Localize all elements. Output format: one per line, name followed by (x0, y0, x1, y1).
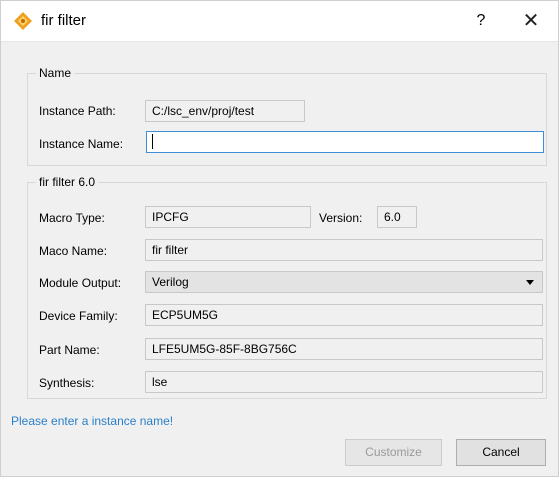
instance-path-field: C:/lsc_env/proj/test (145, 100, 305, 122)
dropdown-arrow-icon (526, 280, 534, 285)
help-button[interactable]: ? (468, 8, 494, 34)
instance-name-label: Instance Name: (39, 137, 124, 151)
module-output-label: Module Output: (39, 276, 122, 290)
customize-button[interactable]: Customize (345, 439, 442, 466)
name-group-legend: Name (39, 66, 72, 80)
validation-message: Please enter a instance name! (11, 414, 174, 428)
version-field: 6.0 (377, 206, 417, 228)
app-diamond-icon (14, 12, 32, 30)
cancel-button[interactable]: Cancel (456, 439, 546, 466)
part-name-label: Part Name: (39, 343, 100, 357)
module-output-select[interactable]: Verilog (145, 271, 543, 293)
macro-type-field: IPCFG (145, 206, 311, 228)
maco-name-field: fir filter (145, 239, 543, 261)
version-label: Version: (319, 211, 363, 225)
synthesis-label: Synthesis: (39, 376, 95, 390)
dialog-window: fir filter ? ✕ Name Instance Path: C:/ls… (0, 0, 559, 477)
close-button[interactable]: ✕ (516, 8, 546, 34)
window-title: fir filter (41, 12, 86, 29)
text-caret (152, 134, 153, 149)
synthesis-field: lse (145, 371, 543, 393)
fir-filter-group-legend: fir filter 6.0 (39, 175, 96, 189)
device-family-label: Device Family: (39, 309, 118, 323)
maco-name-label: Maco Name: (39, 244, 108, 258)
instance-name-input[interactable] (146, 131, 544, 153)
instance-path-label: Instance Path: (39, 104, 116, 118)
device-family-field: ECP5UM5G (145, 304, 543, 326)
part-name-field: LFE5UM5G-85F-8BG756C (145, 338, 543, 360)
title-bar: fir filter ? ✕ (1, 1, 558, 42)
macro-type-label: Macro Type: (39, 211, 105, 225)
module-output-value: Verilog (152, 275, 189, 289)
